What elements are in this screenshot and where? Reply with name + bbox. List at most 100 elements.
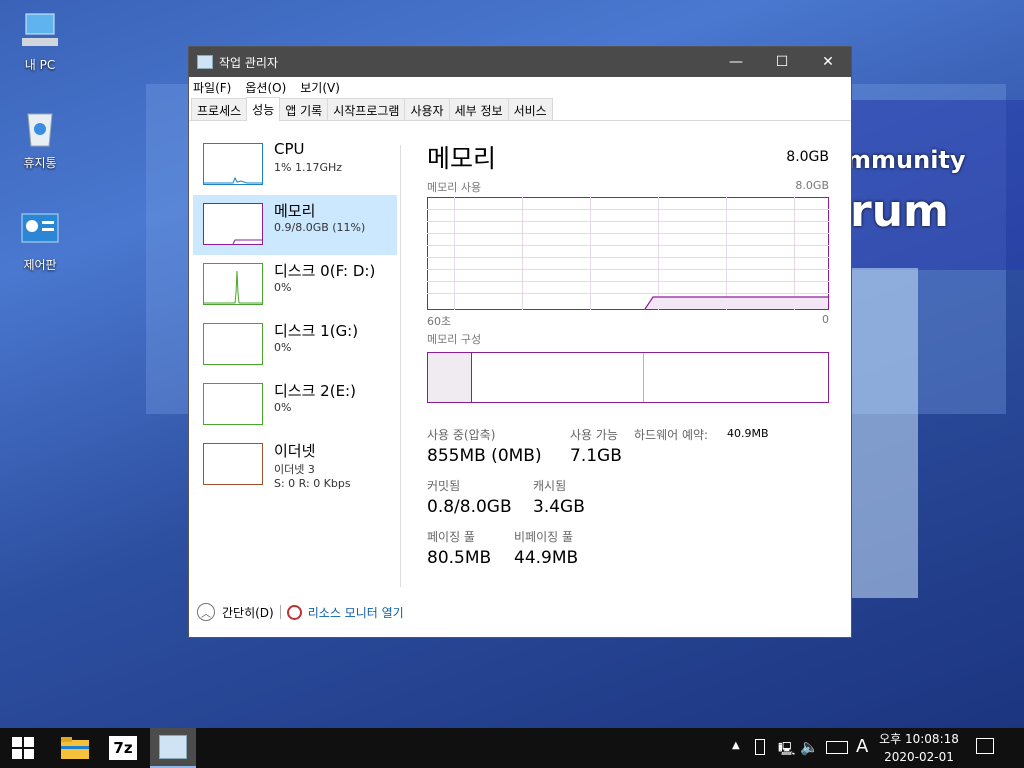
recycle-bin-icon: [20, 108, 60, 148]
taskbar-file-explorer[interactable]: [52, 728, 98, 768]
sidebar-item-sub: 이더넷 3: [274, 463, 315, 476]
start-button[interactable]: [0, 728, 46, 768]
windows-logo-icon: [12, 737, 34, 759]
hw-reserved-value: 40.9MB: [727, 427, 769, 440]
menu-view[interactable]: 보기(V): [300, 79, 340, 96]
tab-startup[interactable]: 시작프로그램: [327, 98, 406, 120]
sidebar-item-ethernet[interactable]: 이더넷 이더넷 3 S: 0 R: 0 Kbps: [193, 435, 397, 495]
resource-monitor-icon: [286, 604, 302, 620]
sidebar-item-label: CPU: [274, 140, 305, 158]
close-button[interactable]: ✕: [805, 47, 851, 77]
desktop-icon-control-panel[interactable]: 제어판: [0, 210, 80, 273]
tab-details[interactable]: 세부 정보: [448, 98, 509, 120]
sidebar-item-label: 이더넷: [274, 442, 316, 460]
paged-pool-value: 80.5MB: [427, 548, 492, 568]
sidebar-item-cpu[interactable]: CPU 1% 1.17GHz: [193, 135, 397, 195]
desktop: mmunity rum 내 PC 휴지통 제어판 작업 관리자 — ☐ ✕ 파일…: [0, 0, 1024, 728]
usage-graph-label: 메모리 사용: [427, 181, 482, 194]
task-manager-icon: [159, 735, 187, 759]
tray-chevron-icon[interactable]: ▲: [732, 740, 740, 751]
collapse-link[interactable]: 간단히(D): [222, 604, 274, 621]
task-manager-window: 작업 관리자 — ☐ ✕ 파일(F) 옵션(O) 보기(V) 프로세스 성능 앱…: [188, 46, 852, 638]
title-bar[interactable]: 작업 관리자 — ☐ ✕: [189, 47, 851, 77]
sidebar-item-label: 디스크 2(E:): [274, 382, 356, 400]
tab-processes[interactable]: 프로세스: [191, 98, 248, 120]
chevron-up-icon[interactable]: ︿: [197, 603, 215, 621]
tab-bar: 프로세스 성능 앱 기록 시작프로그램 사용자 세부 정보 서비스: [189, 97, 851, 121]
folder-icon: [61, 737, 89, 759]
memory-thumbnail-graph: [203, 203, 263, 245]
desktop-icon-this-pc[interactable]: 내 PC: [0, 10, 80, 73]
disk-2-thumbnail-graph: [203, 383, 263, 425]
available-value: 7.1GB: [570, 446, 622, 466]
cached-value: 3.4GB: [533, 497, 585, 517]
menu-options[interactable]: 옵션(O): [245, 79, 286, 96]
committed-label: 커밋됨: [427, 479, 461, 493]
disk-1-thumbnail-graph: [203, 323, 263, 365]
sidebar-item-label: 메모리: [274, 202, 316, 220]
notification-icon[interactable]: [976, 738, 994, 754]
wallpaper-light: [852, 268, 918, 598]
sidebar-item-disk-1[interactable]: 디스크 1(G:) 0%: [193, 315, 397, 375]
memory-total: 8.0GB: [786, 149, 829, 165]
wallpaper-text: rum: [850, 186, 949, 237]
sidebar-item-sub2: S: 0 R: 0 Kbps: [274, 477, 351, 490]
desktop-icon-label: 내 PC: [24, 58, 56, 72]
sidebar-item-disk-0[interactable]: 디스크 0(F: D:) 0%: [193, 255, 397, 315]
maximize-button[interactable]: ☐: [759, 47, 805, 77]
page-title: 메모리: [427, 144, 497, 173]
available-label: 사용 가능: [570, 428, 618, 442]
ime-indicator[interactable]: A: [856, 736, 868, 757]
keyboard-icon[interactable]: [826, 741, 848, 754]
memory-usage-graph: [427, 197, 829, 310]
sidebar-item-sub: 0%: [274, 401, 292, 414]
taskbar-7zip[interactable]: 7z: [100, 728, 146, 768]
wallpaper-text: mmunity: [846, 146, 966, 174]
memory-stats: 사용 중(압축) 855MB (0MB) 사용 가능 7.1GB 하드웨어 예약…: [427, 426, 831, 606]
tab-app-history[interactable]: 앱 기록: [279, 98, 329, 120]
sidebar-item-sub: 0%: [274, 281, 292, 294]
network-icon[interactable]: 🖳: [778, 740, 795, 762]
sidebar-item-sub: 1% 1.17GHz: [274, 161, 343, 174]
tab-services[interactable]: 서비스: [507, 98, 553, 120]
sidebar-item-disk-2[interactable]: 디스크 2(E:) 0%: [193, 375, 397, 435]
nonpaged-pool-value: 44.9MB: [514, 548, 579, 568]
composition-label: 메모리 구성: [427, 333, 482, 346]
performance-sidebar: CPU 1% 1.17GHz 메모리 0.9/8.0GB (11%) 디스크 0…: [193, 135, 397, 495]
computer-icon: [20, 10, 60, 50]
menu-file[interactable]: 파일(F): [193, 79, 231, 96]
taskbar-task-manager[interactable]: [150, 728, 196, 768]
7zip-icon: 7z: [109, 736, 137, 760]
nonpaged-pool-label: 비페이징 풀: [514, 530, 574, 544]
sidebar-item-memory[interactable]: 메모리 0.9/8.0GB (11%): [193, 195, 397, 255]
desktop-icon-label: 휴지통: [23, 156, 57, 170]
tab-users[interactable]: 사용자: [404, 98, 450, 120]
volume-icon[interactable]: 🔈: [800, 738, 819, 756]
tab-performance[interactable]: 성능: [246, 97, 281, 121]
usage-graph-max: 8.0GB: [795, 179, 829, 192]
clock-time: 오후 10:08:18: [879, 732, 959, 746]
minimize-button[interactable]: —: [713, 47, 759, 77]
in-use-label: 사용 중(압축): [427, 428, 496, 442]
clock-date: 2020-02-01: [884, 750, 954, 764]
cpu-thumbnail-graph: [203, 143, 263, 185]
task-manager-icon: [197, 55, 213, 69]
memory-detail-pane: 메모리 8.0GB 메모리 사용 8.0GB 60초 0 메모리 구성 사용 중…: [427, 139, 831, 606]
usb-device-icon[interactable]: [755, 739, 765, 755]
committed-value: 0.8/8.0GB: [427, 497, 512, 517]
disk-0-thumbnail-graph: [203, 263, 263, 305]
time-axis-left: 60초: [427, 315, 452, 328]
taskbar: 7z ▲ 🖳 🔈 A 오후 10:08:18 2020-02-01: [0, 728, 1024, 768]
sidebar-item-label: 디스크 0(F: D:): [274, 262, 376, 280]
sidebar-item-sub: 0.9/8.0GB (11%): [274, 221, 366, 234]
in-use-value: 855MB (0MB): [427, 446, 542, 466]
sidebar-item-sub: 0%: [274, 341, 292, 354]
resource-monitor-link[interactable]: 리소스 모니터 열기: [308, 604, 404, 621]
footer-divider: [279, 605, 281, 619]
cached-label: 캐시됨: [533, 479, 567, 493]
footer: ︿ 간단히(D) 리소스 모니터 열기: [197, 603, 404, 621]
memory-composition-bar: [427, 352, 829, 403]
clock[interactable]: 오후 10:08:18 2020-02-01: [872, 730, 966, 766]
desktop-icon-recycle-bin[interactable]: 휴지통: [0, 108, 80, 171]
paged-pool-label: 페이징 풀: [427, 530, 475, 544]
